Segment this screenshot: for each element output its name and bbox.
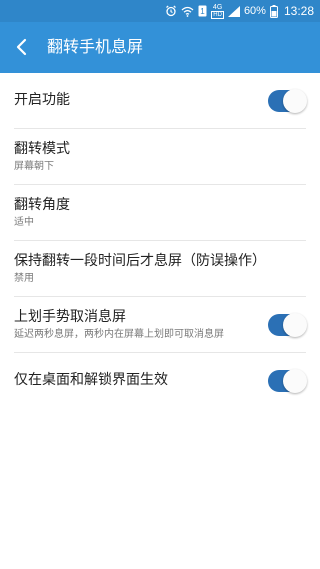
clock: 13:28 [283,4,314,18]
desktop-lockscreen-only-toggle[interactable] [268,368,307,393]
setting-description: 延迟两秒息屏，两秒内在屏幕上划即可取消息屏 [14,329,224,340]
toggle-knob [283,368,307,393]
setting-label: 翻转模式 [14,141,70,157]
setting-value: 屏幕朝下 [14,161,54,172]
battery-icon [269,4,278,18]
battery-percent: 60% [243,5,266,17]
signal-icon [227,5,240,17]
alarm-icon [166,5,177,17]
enable-feature-toggle[interactable] [268,88,307,113]
swipe-up-cancel-toggle[interactable] [268,312,307,337]
setting-keep-flipped-delay[interactable]: 保持翻转一段时间后才息屏（防误操作） 禁用 [14,241,306,297]
setting-enable-feature[interactable]: 开启功能 [14,73,307,129]
setting-desktop-lockscreen-only[interactable]: 仅在桌面和解锁界面生效 [14,353,307,408]
setting-label: 保持翻转一段时间后才息屏（防误操作） [14,253,266,269]
setting-flip-mode[interactable]: 翻转模式 屏幕朝下 [14,129,306,185]
setting-value: 适中 [14,217,34,228]
setting-value: 禁用 [14,273,34,284]
setting-label: 翻转角度 [14,197,70,213]
wifi-icon [181,6,194,17]
toggle-knob [283,88,307,113]
setting-label: 仅在桌面和解锁界面生效 [14,372,168,388]
status-icons: 1 4G HD 60% 13:28 [165,0,314,22]
4g-hd-icon: 4G HD [211,3,224,19]
sim-1-icon: 1 [198,5,207,17]
back-arrow-icon[interactable] [10,35,34,59]
toggle-knob [283,312,307,337]
settings-list: 开启功能 翻转模式 屏幕朝下 翻转角度 适中 保持翻转一段时间后才息屏（防误操作… [0,73,320,408]
setting-flip-angle[interactable]: 翻转角度 适中 [14,185,306,241]
setting-swipe-up-cancel[interactable]: 上划手势取消息屏 延迟两秒息屏，两秒内在屏幕上划即可取消息屏 [14,297,307,353]
network-type: 4G [212,3,223,11]
svg-text:1: 1 [201,7,206,16]
setting-label: 开启功能 [14,92,70,108]
setting-label: 上划手势取消息屏 [14,309,126,325]
page-title: 翻转手机息屏 [47,37,144,56]
status-bar: 1 4G HD 60% 13:28 [0,0,320,22]
app-bar: 翻转手机息屏 [0,22,320,73]
